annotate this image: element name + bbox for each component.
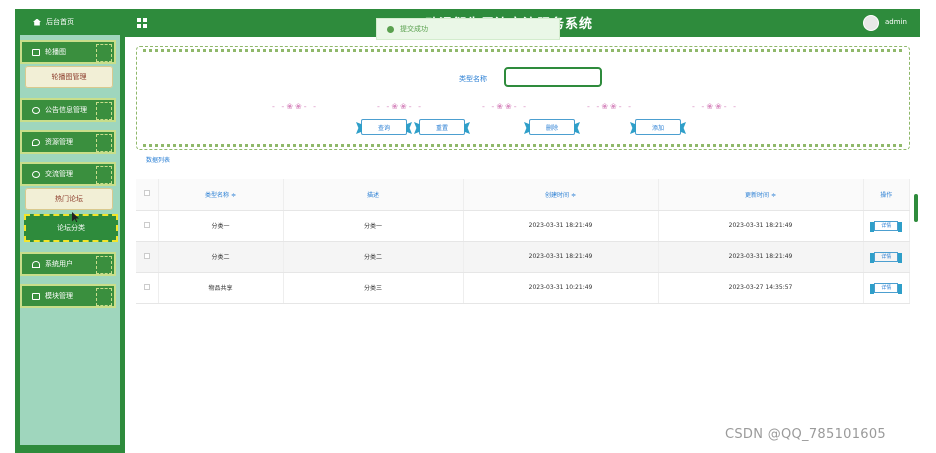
type-name-input[interactable]	[504, 67, 602, 87]
row-checkbox[interactable]	[143, 221, 150, 228]
column-header-actions: 操作	[863, 179, 910, 211]
location-icon	[32, 138, 40, 146]
sidebar-item-label: 交流管理	[45, 170, 73, 178]
sidebar-subitem-label: 轮播图管理	[51, 73, 87, 81]
add-button[interactable]: 添加	[635, 119, 681, 135]
table-row: 分类二 分类二 2023-03-31 18:21:49 2023-03-31 1…	[136, 241, 910, 273]
right-gutter	[920, 9, 936, 453]
row-select-cell[interactable]	[136, 210, 159, 242]
type-name-cell: 分类一	[158, 210, 284, 242]
flower-decoration: - -❀❀- -	[377, 102, 424, 111]
sidebar-item-resources[interactable]: 资源管理	[20, 130, 116, 154]
success-icon	[387, 25, 394, 33]
created-time-cell: 2023-03-31 18:21:49	[463, 210, 659, 242]
created-time-cell: 2023-03-31 18:21:49	[463, 241, 659, 273]
flower-decoration: - -❀❀- -	[692, 102, 739, 111]
list-caption: 数据列表	[146, 157, 171, 164]
detail-button[interactable]: 详情	[870, 251, 903, 263]
column-header-updated[interactable]: 更新时间 ≑	[658, 179, 864, 211]
app-frame: 后台首页 轮播图 轮播图管理 公告信息管理 资源管理 交流管理 热门论坛 论坛分…	[0, 0, 936, 453]
sidebar-item-label: 模块管理	[45, 292, 73, 300]
reset-button[interactable]: 重置	[419, 119, 465, 135]
avatar[interactable]	[863, 15, 879, 31]
table-row: 物品共享 分类三 2023-03-31 10:21:49 2023-03-27 …	[136, 272, 910, 304]
row-select-cell[interactable]	[136, 272, 159, 304]
sidebar-subitem-label: 论坛分类	[57, 224, 85, 232]
sidebar-item-label: 轮播图	[45, 48, 66, 56]
toast-message: 提交成功	[400, 25, 428, 33]
row-checkbox[interactable]	[143, 252, 150, 259]
sidebar-item-label: 公告信息管理	[45, 106, 87, 114]
menu-toggle-icon[interactable]	[137, 18, 147, 28]
user-icon	[32, 260, 40, 268]
success-toast: 提交成功	[376, 18, 560, 40]
row-select-cell[interactable]	[136, 241, 159, 273]
flower-decoration: - -❀❀- -	[482, 102, 529, 111]
created-time-cell: 2023-03-31 10:21:49	[463, 272, 659, 304]
sidebar-item-modules[interactable]: 模块管理	[20, 284, 116, 308]
grid-icon	[32, 292, 40, 300]
query-button[interactable]: 查询	[361, 119, 407, 135]
detail-button[interactable]: 详情	[870, 220, 903, 232]
sidebar-subitem-forum-category[interactable]: 论坛分类	[24, 214, 118, 242]
watermark: CSDN @QQ_785101605	[725, 427, 886, 442]
image-icon	[32, 48, 40, 56]
vine-decoration-top	[143, 49, 905, 52]
sidebar-item-notice[interactable]: 公告信息管理	[20, 98, 116, 122]
sidebar-item-carousel[interactable]: 轮播图	[20, 40, 116, 64]
vine-decoration-bottom	[143, 144, 905, 147]
search-panel: 类型名称 - -❀❀- - - -❀❀- - - -❀❀- - - -❀❀- -…	[136, 46, 910, 150]
sidebar-item-label: 资源管理	[45, 138, 73, 146]
description-cell: 分类二	[283, 241, 464, 273]
type-name-cell: 物品共享	[158, 272, 284, 304]
sidebar-item-exchange[interactable]: 交流管理	[20, 162, 116, 186]
type-name-label: 类型名称	[459, 75, 487, 83]
column-header-type-name[interactable]: 类型名称 ≑	[158, 179, 284, 211]
actions-cell: 详情	[863, 272, 910, 304]
sidebar-subitem-hot-forum[interactable]: 热门论坛	[25, 188, 113, 210]
table-row: 分类一 分类一 2023-03-31 18:21:49 2023-03-31 1…	[136, 210, 910, 242]
sidebar-subitem-label: 热门论坛	[55, 195, 83, 203]
select-all-cell[interactable]	[136, 179, 159, 211]
sidebar-item-label: 系统用户	[45, 260, 73, 268]
flower-decoration: - -❀❀- -	[587, 102, 634, 111]
updated-time-cell: 2023-03-31 18:21:49	[658, 210, 864, 242]
delete-button[interactable]: 删除	[529, 119, 575, 135]
home-label: 后台首页	[46, 18, 74, 26]
chat-icon	[32, 170, 40, 178]
actions-cell: 详情	[863, 241, 910, 273]
description-cell: 分类一	[283, 210, 464, 242]
column-header-created[interactable]: 创建时间 ≑	[463, 179, 659, 211]
updated-time-cell: 2023-03-27 14:35:57	[658, 272, 864, 304]
type-name-cell: 分类二	[158, 241, 284, 273]
flower-decoration: - -❀❀- -	[272, 102, 319, 111]
sidebar: 后台首页 轮播图 轮播图管理 公告信息管理 资源管理 交流管理 热门论坛 论坛分…	[15, 9, 125, 453]
description-cell: 分类三	[283, 272, 464, 304]
sidebar-subitem-carousel-manage[interactable]: 轮播图管理	[25, 66, 113, 88]
username[interactable]: admin	[885, 18, 907, 26]
select-all-checkbox[interactable]	[143, 190, 150, 197]
notice-icon	[32, 106, 40, 114]
home-icon	[33, 18, 41, 26]
row-checkbox[interactable]	[143, 283, 150, 290]
sidebar-home[interactable]: 后台首页	[15, 9, 125, 35]
category-table: 类型名称 ≑ 描述 创建时间 ≑ 更新时间 ≑ 操作 分类一 分类一 2023-…	[136, 179, 910, 304]
scrollbar-thumb[interactable]	[914, 194, 918, 222]
sidebar-item-system-users[interactable]: 系统用户	[20, 252, 116, 276]
column-header-description: 描述	[283, 179, 464, 211]
updated-time-cell: 2023-03-31 18:21:49	[658, 241, 864, 273]
actions-cell: 详情	[863, 210, 910, 242]
detail-button[interactable]: 详情	[870, 282, 903, 294]
